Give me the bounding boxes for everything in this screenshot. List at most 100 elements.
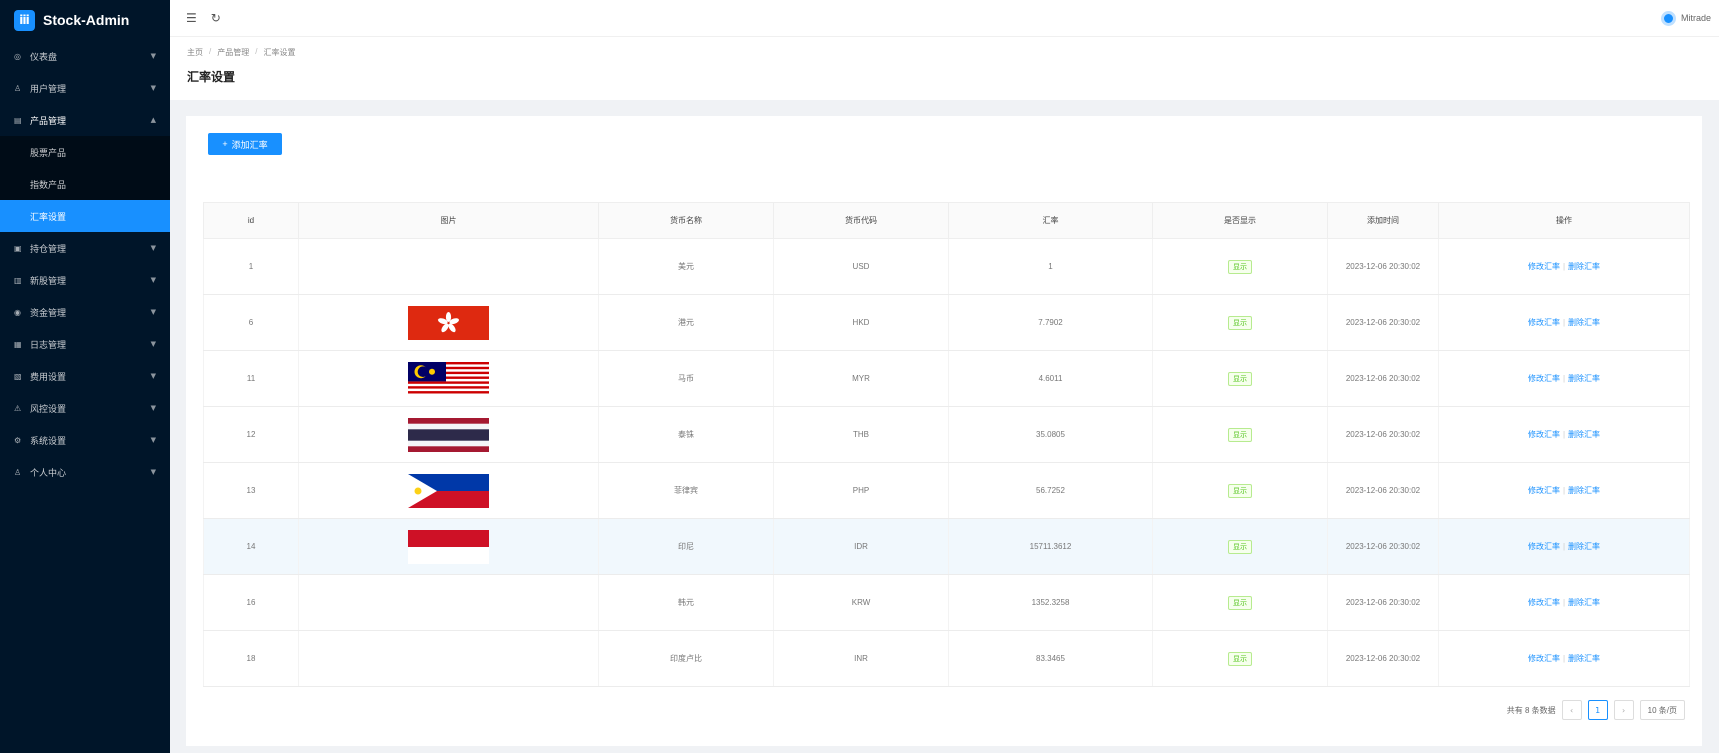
cell-visible: 显示 (1152, 406, 1328, 463)
cell-actions: 修改汇率 | 删除汇率 (1438, 462, 1690, 519)
cell-currency-code: THB (773, 406, 949, 463)
money-icon: ◉ (14, 307, 21, 317)
status-badge: 显示 (1228, 259, 1252, 274)
sidebar-item-9[interactable]: ⚙ 系统设置 ▼ (0, 424, 170, 456)
edit-rate-link[interactable]: 修改汇率 (1528, 598, 1560, 607)
username: Mitrade (1680, 13, 1711, 23)
user-menu[interactable]: Mitrade (1660, 10, 1711, 26)
delete-rate-link[interactable]: 删除汇率 (1568, 374, 1600, 383)
page-1-button[interactable]: 1 (1587, 700, 1608, 720)
cell-actions: 修改汇率 | 删除汇率 (1438, 630, 1690, 687)
cell-image (298, 350, 599, 407)
app-logo[interactable]: ⅲ Stock-Admin (0, 0, 170, 40)
submenu-item-1[interactable]: 指数产品 (0, 168, 170, 200)
col-id[interactable]: id (203, 202, 299, 239)
cell-added-time: 2023-12-06 20:30:02 (1327, 630, 1439, 687)
sidebar-item-5[interactable]: ◉ 资金管理 ▼ (0, 296, 170, 328)
prev-page-button[interactable]: ‹ (1561, 700, 1582, 720)
delete-rate-link[interactable]: 删除汇率 (1568, 542, 1600, 551)
sidebar-item-label: 费用设置 (30, 371, 67, 382)
action-divider: | (1562, 262, 1566, 271)
logo-icon: ⅲ (14, 9, 35, 31)
col-rate[interactable]: 汇率 (948, 202, 1153, 239)
cell-rate: 1 (948, 238, 1153, 295)
top-bar: ☰ ↻ Mitrade (170, 0, 1719, 37)
col-added-time[interactable]: 添加时间 (1327, 202, 1439, 239)
table-row[interactable]: 1 美元 USD 1 显示 2023-12-06 20:30:02 修改汇率 | 删除汇率 (203, 238, 1690, 295)
delete-rate-link[interactable]: 删除汇率 (1568, 486, 1600, 495)
edit-rate-link[interactable]: 修改汇率 (1528, 486, 1560, 495)
cell-rate: 1352.3258 (948, 574, 1153, 631)
chevron-up-icon: ▲ (150, 116, 156, 124)
sidebar-item-1[interactable]: ♙ 用户管理 ▼ (0, 72, 170, 104)
delete-rate-link[interactable]: 删除汇率 (1568, 430, 1600, 439)
cell-actions: 修改汇率 | 删除汇率 (1438, 518, 1690, 575)
sidebar-item-3[interactable]: ▣ 持仓管理 ▼ (0, 232, 170, 264)
chevron-down-icon: ▼ (150, 84, 156, 92)
sidebar-item-7[interactable]: ▧ 费用设置 ▼ (0, 360, 170, 392)
breadcrumb-separator: / (209, 47, 212, 56)
sidebar-item-8[interactable]: ⚠ 风控设置 ▼ (0, 392, 170, 424)
table-row[interactable]: 13 菲律宾 PHP 56.7252 显示 2023-12-06 20:30:02 修改汇率… (203, 462, 1690, 519)
cell-visible: 显示 (1152, 350, 1328, 407)
next-page-button[interactable]: › (1613, 700, 1634, 720)
table-row[interactable]: 11 马币 MYR 4.6011 显示 2023-12-06 20:30:02 修改汇率 | 删… (203, 350, 1690, 407)
warning-icon: ⚠ (14, 403, 22, 413)
sidebar-item-6[interactable]: ▦ 日志管理 ▼ (0, 328, 170, 360)
cell-id: 13 (203, 462, 299, 519)
dashboard-icon: ◎ (14, 51, 21, 61)
delete-rate-link[interactable]: 删除汇率 (1568, 318, 1600, 327)
chevron-down-icon: ▼ (150, 244, 156, 252)
page-header: 主页 / 产品管理 / 汇率设置 汇率设置 (170, 37, 1719, 100)
cell-image (298, 574, 599, 631)
breadcrumb-home[interactable]: 主页 (187, 47, 203, 58)
cell-id: 11 (203, 350, 299, 407)
status-badge: 显示 (1228, 483, 1252, 498)
table-row[interactable]: 12 泰铢 THB 35.0805 显示 2023-12-06 20:30:02 修改汇率 |… (203, 406, 1690, 463)
delete-rate-link[interactable]: 删除汇率 (1568, 598, 1600, 607)
table-row[interactable]: 18 印度卢比 INR 83.3465 显示 2023-12-06 20:30:02 修改汇… (203, 630, 1690, 687)
menu-toggle-icon[interactable]: ☰ (186, 11, 197, 25)
table-row[interactable]: 6 港元 HKD 7.7902 显示 2023-12-06 20:30:02 修改汇率 | 删除… (203, 294, 1690, 351)
col-visible[interactable]: 是否显示 (1152, 202, 1328, 239)
cell-visible: 显示 (1152, 574, 1328, 631)
delete-rate-link[interactable]: 删除汇率 (1568, 654, 1600, 663)
edit-rate-link[interactable]: 修改汇率 (1528, 654, 1560, 663)
col-currency-code[interactable]: 货币代码 (773, 202, 949, 239)
action-divider: | (1562, 318, 1566, 327)
submenu-products: 股票产品 指数产品 汇率设置 (0, 136, 170, 232)
cell-added-time: 2023-12-06 20:30:02 (1327, 294, 1439, 351)
sidebar-item-10[interactable]: ♙ 个人中心 ▼ (0, 456, 170, 488)
cell-currency-name: 印尼 (598, 518, 774, 575)
cell-currency-code: PHP (773, 462, 949, 519)
submenu-item-2[interactable]: 汇率设置 (0, 200, 170, 232)
breadcrumb-separator: / (255, 47, 258, 56)
edit-rate-link[interactable]: 修改汇率 (1528, 542, 1560, 551)
add-rate-button[interactable]: + 添加汇率 (208, 133, 282, 155)
cell-added-time: 2023-12-06 20:30:02 (1327, 574, 1439, 631)
table-row[interactable]: 16 韩元 KRW 1352.3258 显示 2023-12-06 20:30:02 修改汇… (203, 574, 1690, 631)
action-divider: | (1562, 374, 1566, 383)
cell-image (298, 462, 599, 519)
sidebar-item-0[interactable]: ◎ 仪表盘 ▼ (0, 40, 170, 72)
refresh-icon[interactable]: ↻ (211, 11, 221, 25)
edit-rate-link[interactable]: 修改汇率 (1528, 318, 1560, 327)
col-image[interactable]: 图片 (298, 202, 599, 239)
cell-currency-code: MYR (773, 350, 949, 407)
cell-currency-name: 印度卢比 (598, 630, 774, 687)
edit-rate-link[interactable]: 修改汇率 (1528, 262, 1560, 271)
flag-my-icon (408, 361, 489, 396)
delete-rate-link[interactable]: 删除汇率 (1568, 262, 1600, 271)
table-row[interactable]: 14 印尼 IDR 15711.3612 显示 2023-12-06 20:30:02 修改… (203, 518, 1690, 575)
page-size-select[interactable]: 10 条/页 (1639, 700, 1685, 720)
col-currency-name[interactable]: 货币名称 (598, 202, 774, 239)
page-title: 汇率设置 (187, 70, 236, 84)
sidebar-item-2[interactable]: ▤ 产品管理 ▲ (0, 104, 170, 136)
cell-currency-code: HKD (773, 294, 949, 351)
submenu-item-0[interactable]: 股票产品 (0, 136, 170, 168)
sidebar-item-4[interactable]: ▥ 新股管理 ▼ (0, 264, 170, 296)
breadcrumb-products[interactable]: 产品管理 (217, 47, 249, 58)
edit-rate-link[interactable]: 修改汇率 (1528, 374, 1560, 383)
edit-rate-link[interactable]: 修改汇率 (1528, 430, 1560, 439)
cell-visible: 显示 (1152, 462, 1328, 519)
